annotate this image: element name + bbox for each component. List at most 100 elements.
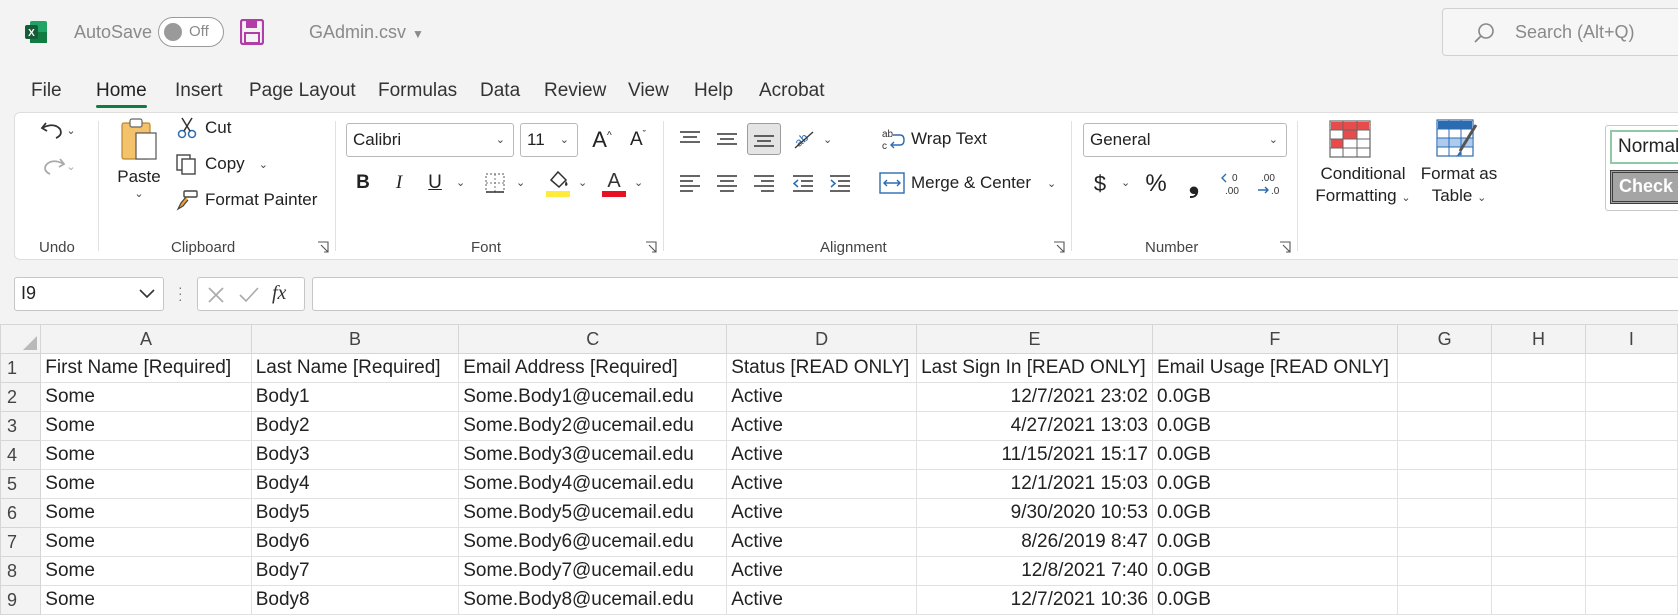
borders-button[interactable] [481,169,509,197]
cell[interactable] [1584,469,1678,499]
cell[interactable]: Some [40,469,252,499]
cell[interactable] [1584,382,1678,412]
chevron-down-icon[interactable]: ⌄ [1121,176,1130,189]
cell[interactable]: Last Sign In [READ ONLY] [916,353,1153,383]
column-header[interactable]: H [1491,324,1586,354]
bold-button[interactable]: B [349,169,377,197]
comma-style-button[interactable]: ❟ [1179,168,1209,199]
row-header[interactable]: 2 [0,382,42,412]
cell[interactable]: 0.0GB [1152,527,1398,557]
cell[interactable]: 8/26/2019 8:47 [916,527,1153,557]
chevron-down-icon[interactable]: ⌄ [516,176,525,189]
decrease-indent-button[interactable] [788,169,818,197]
cell[interactable]: Some.Body8@ucemail.edu [458,585,728,615]
cell[interactable]: 0.0GB [1152,440,1398,470]
cell[interactable] [1396,469,1493,499]
column-header[interactable]: G [1396,324,1493,354]
cell[interactable]: Some [40,382,252,412]
tab-data[interactable]: Data [480,80,520,102]
fill-color-button[interactable] [543,167,573,199]
cell[interactable]: Body4 [250,469,460,499]
row-header[interactable]: 9 [0,585,42,615]
increase-font-button[interactable]: A^ [587,125,617,155]
column-header[interactable]: I [1584,324,1678,354]
cell[interactable]: Body1 [250,382,460,412]
align-right-button[interactable] [749,169,779,197]
align-top-button[interactable] [675,125,705,153]
style-normal[interactable]: Normal [1610,130,1678,164]
row-header[interactable]: 8 [0,556,42,586]
format-as-table-button[interactable] [1435,119,1481,159]
cell[interactable]: 12/8/2021 7:40 [916,556,1153,586]
cell[interactable]: 0.0GB [1152,585,1398,615]
select-all-corner[interactable] [0,324,42,354]
conditional-formatting-label[interactable]: Conditional Formatting ⌄ [1311,163,1415,209]
cell[interactable] [1584,440,1678,470]
enter-check-icon[interactable] [238,285,260,305]
dialog-launcher-icon[interactable] [1053,241,1065,253]
cell[interactable]: Body6 [250,527,460,557]
cell[interactable]: Email Usage [READ ONLY] [1152,353,1398,383]
cell[interactable]: Some [40,411,252,441]
format-as-table-label[interactable]: Format as Table ⌄ [1407,163,1511,209]
cell[interactable]: Email Address [Required] [458,353,728,383]
cell[interactable]: Active [726,585,918,615]
tab-view[interactable]: View [628,80,669,102]
chevron-down-icon[interactable]: ⌄ [634,176,643,189]
cell[interactable]: First Name [Required] [40,353,252,383]
chevron-down-icon[interactable]: ⌄ [456,176,465,189]
file-name[interactable]: GAdmin.csv [309,22,406,43]
format-painter-button[interactable]: Format Painter [175,189,317,211]
cell[interactable] [1491,469,1586,499]
cell[interactable]: 11/15/2021 15:17 [916,440,1153,470]
copy-button[interactable]: Copy ⌄ [175,153,268,175]
chevron-down-icon[interactable]: ⌄ [823,133,832,146]
cell[interactable]: 12/1/2021 15:03 [916,469,1153,499]
cell[interactable] [1491,411,1586,441]
row-header[interactable]: 7 [0,527,42,557]
cell[interactable]: 0.0GB [1152,382,1398,412]
cell[interactable]: Some.Body3@ucemail.edu [458,440,728,470]
column-header[interactable]: D [726,324,918,354]
align-middle-button[interactable] [712,125,742,153]
align-bottom-button[interactable] [747,123,781,155]
font-color-button[interactable]: A [599,167,629,199]
cell[interactable] [1491,353,1586,383]
cell[interactable]: Some [40,585,252,615]
cell[interactable] [1396,527,1493,557]
cell[interactable] [1396,498,1493,528]
tab-help[interactable]: Help [694,80,733,102]
cell[interactable] [1491,498,1586,528]
dialog-launcher-icon[interactable] [645,241,657,253]
underline-button[interactable]: U [421,169,449,197]
cell[interactable]: Some [40,527,252,557]
cell[interactable]: Some.Body5@ucemail.edu [458,498,728,528]
decrease-font-button[interactable]: Aˇ [623,125,653,155]
cell[interactable] [1584,498,1678,528]
redo-button[interactable]: ⌄ [35,151,81,181]
dialog-launcher-icon[interactable] [317,241,329,253]
cell[interactable] [1396,440,1493,470]
cell[interactable]: 0.0GB [1152,469,1398,499]
decrease-decimal-button[interactable]: .00 .0 [1255,169,1285,199]
formula-input[interactable] [312,277,1678,311]
cell[interactable]: 12/7/2021 10:36 [916,585,1153,615]
cancel-icon[interactable] [206,285,226,305]
cell[interactable]: Active [726,382,918,412]
style-check-cell[interactable]: Check [1610,170,1678,204]
cell[interactable]: Some [40,440,252,470]
tab-review[interactable]: Review [544,80,606,102]
row-header[interactable]: 6 [0,498,42,528]
name-box[interactable]: I9 [14,277,164,311]
cell[interactable]: Body2 [250,411,460,441]
cell[interactable]: 0.0GB [1152,556,1398,586]
column-header[interactable]: C [458,324,728,354]
cell[interactable] [1396,411,1493,441]
column-header[interactable]: F [1152,324,1398,354]
italic-button[interactable]: I [385,169,413,197]
conditional-formatting-button[interactable] [1327,119,1373,159]
cell[interactable]: Last Name [Required] [250,353,460,383]
font-size-select[interactable]: 11 ⌄ [520,123,578,157]
column-header[interactable]: E [916,324,1153,354]
cell[interactable]: Some.Body7@ucemail.edu [458,556,728,586]
